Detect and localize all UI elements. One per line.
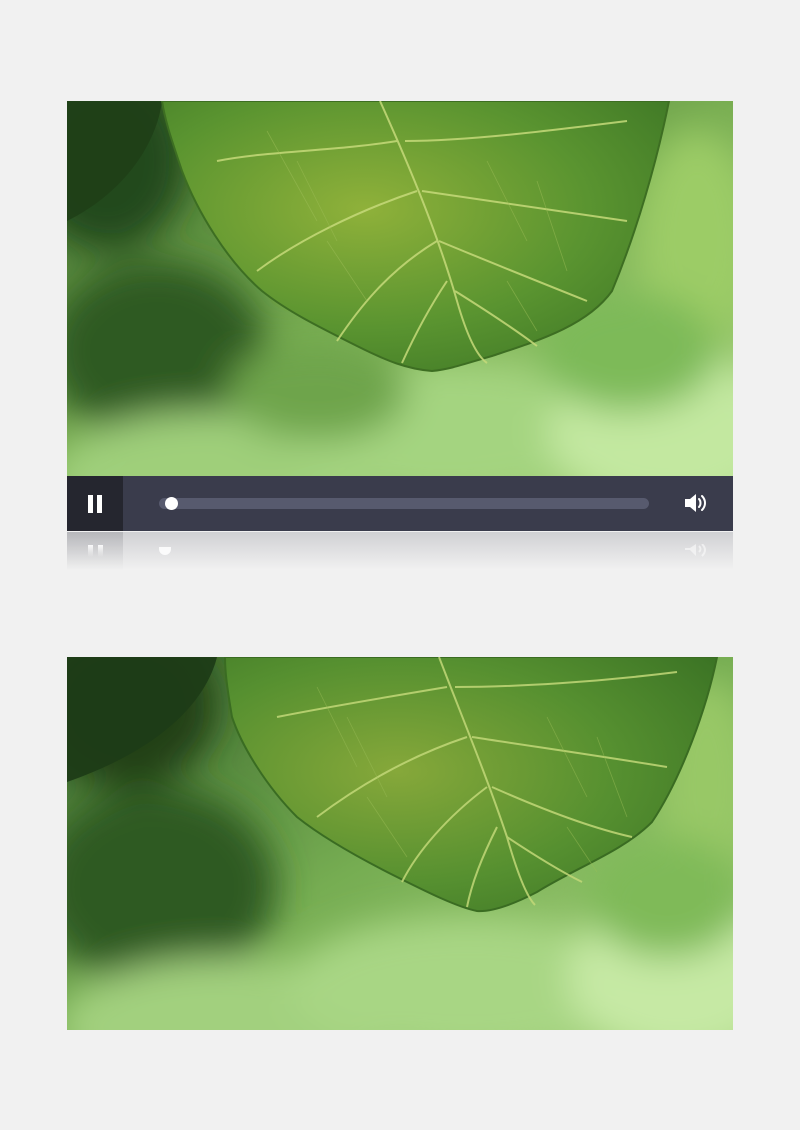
- reflection-volume-icon: [685, 544, 706, 557]
- reflection-pause-bar: [98, 545, 103, 557]
- reflection-pause-bar: [88, 545, 93, 557]
- video-frame[interactable]: [67, 101, 733, 476]
- pause-icon: [87, 494, 103, 513]
- pause-button[interactable]: [67, 476, 123, 531]
- progress-bar[interactable]: [159, 497, 649, 510]
- video-frame-preview[interactable]: [67, 657, 733, 1030]
- reflection-knob: [159, 547, 171, 555]
- volume-icon: [685, 494, 706, 512]
- progress-knob[interactable]: [165, 497, 178, 510]
- volume-button[interactable]: [683, 491, 709, 515]
- leaf-video-image: [67, 101, 733, 476]
- leaf-video-image: [67, 657, 733, 1030]
- video-controls: [67, 476, 733, 531]
- reflection-play-area: [67, 532, 123, 570]
- controls-reflection: [67, 532, 733, 570]
